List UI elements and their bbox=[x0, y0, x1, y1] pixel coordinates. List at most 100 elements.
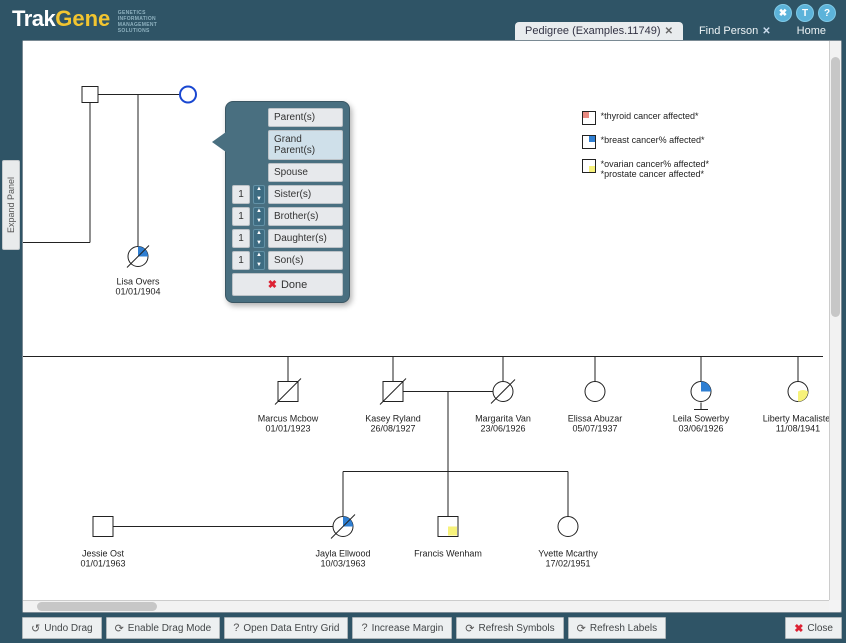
person-name: Leila Sowerby bbox=[673, 414, 730, 424]
person-name: Lisa Overs bbox=[116, 277, 160, 287]
daughters-count[interactable]: 1 bbox=[232, 229, 250, 248]
person-dob: 03/06/1926 bbox=[678, 424, 723, 434]
person-name: Marcus Mcbow bbox=[258, 414, 319, 424]
legend-swatch bbox=[582, 111, 596, 125]
done-button[interactable]: ✖ Done bbox=[232, 273, 343, 296]
person-name: Margarita Van bbox=[475, 414, 531, 424]
quantity-stepper[interactable]: ▲▼ bbox=[253, 185, 265, 204]
legend-row: *breast cancer% affected* bbox=[582, 135, 709, 149]
close-icon: ✖ bbox=[794, 622, 803, 635]
person-dob: 26/08/1927 bbox=[370, 424, 415, 434]
person-name: Liberty Macalister bbox=[763, 414, 829, 424]
person-dob: 01/01/1904 bbox=[115, 287, 160, 297]
popup-pointer-icon bbox=[212, 132, 226, 152]
brothers-count[interactable]: 1 bbox=[232, 207, 250, 226]
sisters-count[interactable]: 1 bbox=[232, 185, 250, 204]
vertical-scrollbar[interactable] bbox=[829, 41, 841, 600]
quantity-stepper[interactable]: ▲▼ bbox=[253, 207, 265, 226]
tab-pedigree[interactable]: Pedigree (Examples.11749) ✕ bbox=[515, 22, 683, 40]
tab-find-person[interactable]: Find Person ✕ bbox=[689, 22, 781, 40]
logo-gene: Gene bbox=[55, 6, 110, 31]
person-symbol[interactable] bbox=[82, 87, 98, 103]
footer-toolbar: ↺ Undo Drag ⟳ Enable Drag Mode ? Open Data … bbox=[22, 617, 842, 639]
legend-swatch bbox=[582, 159, 596, 173]
refresh-labels-button[interactable]: ⟳Refresh Labels bbox=[568, 617, 666, 639]
tab-label: Pedigree (Examples.11749) bbox=[525, 25, 661, 37]
add-relative-popup: Parent(s) Grand Parent(s) Spouse 1 ▲▼ Si… bbox=[225, 101, 350, 303]
person-name: Jessie Ost bbox=[82, 549, 125, 559]
logo-trak: Trak bbox=[12, 6, 55, 31]
tab-label: Find Person bbox=[699, 25, 758, 37]
refresh-icon: ⟳ bbox=[577, 622, 586, 635]
refresh-icon: ⟳ bbox=[115, 622, 124, 635]
add-spouse-button[interactable]: Spouse bbox=[268, 163, 343, 182]
button-label: Refresh Symbols bbox=[479, 623, 555, 634]
undo-icon: ↺ bbox=[31, 622, 40, 635]
person-symbol[interactable] bbox=[558, 517, 578, 537]
refresh-symbols-button[interactable]: ⟳ Refresh Symbols bbox=[456, 617, 563, 639]
scrollbar-thumb[interactable] bbox=[37, 602, 157, 611]
person-symbol[interactable] bbox=[585, 382, 605, 402]
person-dob: 10/03/1963 bbox=[320, 559, 365, 569]
help-icon[interactable]: ? bbox=[818, 4, 836, 22]
button-label: Enable Drag Mode bbox=[128, 623, 211, 634]
person-name: Francis Wenham bbox=[414, 549, 482, 559]
legend-row: *thyroid cancer affected* bbox=[582, 111, 709, 125]
person-name: Jayla Ellwood bbox=[315, 549, 370, 559]
scrollbar-thumb[interactable] bbox=[831, 57, 840, 317]
tab-close-icon[interactable]: ✕ bbox=[665, 26, 673, 37]
enable-drag-mode-button[interactable]: ⟳ Enable Drag Mode bbox=[106, 617, 221, 639]
person-symbol-selected[interactable] bbox=[180, 87, 196, 103]
close-icon[interactable]: ✖ bbox=[774, 4, 792, 22]
person-dob: 01/01/1923 bbox=[265, 424, 310, 434]
add-sons-button[interactable]: Son(s) bbox=[268, 251, 343, 270]
legend-label: *prostate cancer affected* bbox=[601, 169, 709, 179]
legend-label: *ovarian cancer% affected* bbox=[601, 159, 709, 169]
person-name: Elissa Abuzar bbox=[568, 414, 623, 424]
person-dob: 05/07/1937 bbox=[572, 424, 617, 434]
add-brothers-button[interactable]: Brother(s) bbox=[268, 207, 343, 226]
close-button[interactable]: ✖ Close bbox=[785, 617, 842, 639]
add-parents-button[interactable]: Parent(s) bbox=[268, 108, 343, 127]
tab-close-icon[interactable]: ✕ bbox=[762, 26, 770, 37]
person-dob: 01/01/1963 bbox=[80, 559, 125, 569]
sons-count[interactable]: 1 bbox=[232, 251, 250, 270]
legend-row: *ovarian cancer% affected* *prostate can… bbox=[582, 159, 709, 179]
button-label: Undo Drag bbox=[44, 623, 92, 634]
logo: TrakGene GENETICSINFORMATIONMANAGEMENTSO… bbox=[12, 6, 157, 34]
add-sisters-button[interactable]: Sister(s) bbox=[268, 185, 343, 204]
refresh-icon: ⟳ bbox=[465, 622, 474, 635]
person-dob: 11/08/1941 bbox=[776, 424, 820, 434]
legend: *thyroid cancer affected* *breast cancer… bbox=[582, 111, 709, 189]
close-icon: ✖ bbox=[268, 278, 277, 291]
tab-home[interactable]: Home bbox=[787, 22, 836, 40]
pedigree-frame: Lisa Overs 01/01/1904 bbox=[22, 40, 842, 613]
question-icon: ? bbox=[233, 622, 239, 634]
person-dob: 17/02/1951 bbox=[545, 559, 590, 569]
person-dob: 23/06/1926 bbox=[480, 424, 525, 434]
quantity-stepper[interactable]: ▲▼ bbox=[253, 251, 265, 270]
legend-label: *thyroid cancer affected* bbox=[601, 111, 699, 121]
theme-icon[interactable]: T bbox=[796, 4, 814, 22]
done-label: Done bbox=[281, 279, 307, 291]
logo-tagline: GENETICSINFORMATIONMANAGEMENTSOLUTIONS bbox=[118, 10, 157, 34]
quantity-stepper[interactable]: ▲▼ bbox=[253, 229, 265, 248]
pedigree-canvas[interactable]: Lisa Overs 01/01/1904 bbox=[23, 41, 829, 600]
add-grandparents-button[interactable]: Grand Parent(s) bbox=[268, 130, 343, 160]
open-data-entry-grid-button[interactable]: ? Open Data Entry Grid bbox=[224, 617, 348, 639]
person-symbol[interactable] bbox=[93, 517, 113, 537]
button-label: Close bbox=[807, 623, 833, 634]
legend-swatch bbox=[582, 135, 596, 149]
question-icon: ? bbox=[361, 622, 367, 634]
horizontal-scrollbar[interactable] bbox=[23, 600, 829, 612]
person-name: Yvette Mcarthy bbox=[538, 549, 598, 559]
add-daughters-button[interactable]: Daughter(s) bbox=[268, 229, 343, 248]
undo-drag-button[interactable]: ↺ Undo Drag bbox=[22, 617, 102, 639]
increase-margin-button[interactable]: ? Increase Margin bbox=[352, 617, 452, 639]
legend-label: *breast cancer% affected* bbox=[601, 135, 705, 145]
button-label: Open Data Entry Grid bbox=[243, 623, 339, 634]
button-label: Increase Margin bbox=[372, 623, 444, 634]
person-name: Kasey Ryland bbox=[365, 414, 421, 424]
expand-panel-button[interactable]: Expand Panel bbox=[2, 160, 20, 250]
expand-panel-label: Expand Panel bbox=[6, 177, 16, 233]
